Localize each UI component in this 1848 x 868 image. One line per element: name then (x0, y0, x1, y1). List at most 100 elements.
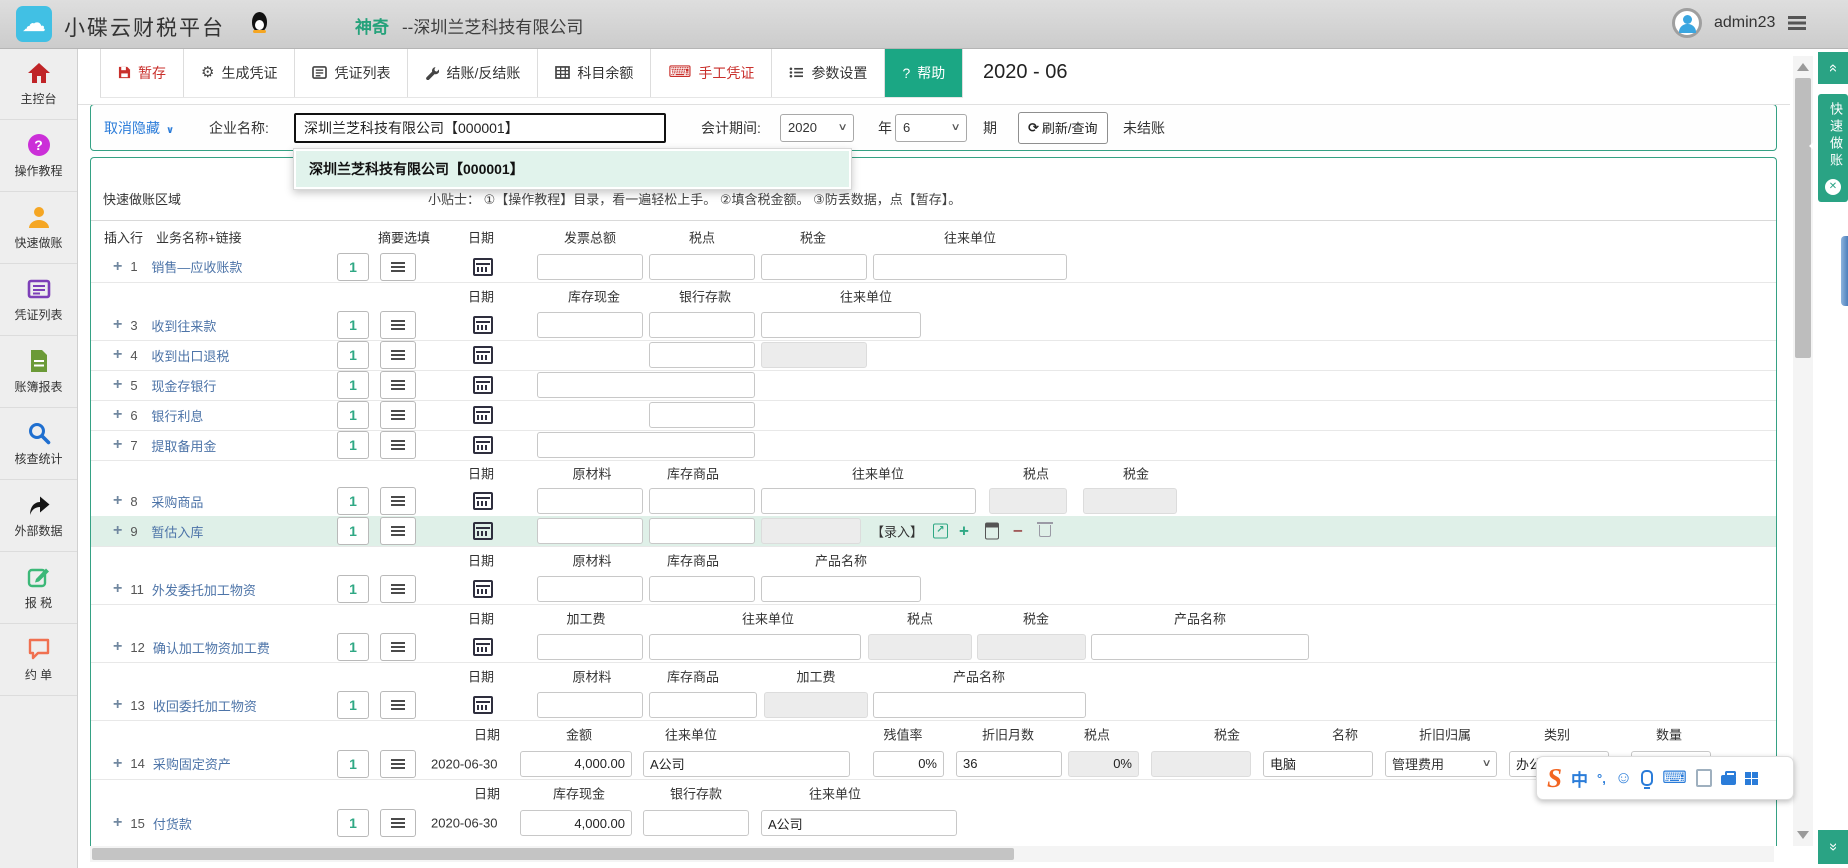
microphone-icon[interactable] (1641, 770, 1653, 786)
count-button[interactable]: 1 (337, 575, 369, 603)
depreciation-months-input[interactable] (956, 751, 1062, 777)
sidebar-item-appointment[interactable]: 约 单 (0, 624, 77, 696)
calendar-icon[interactable] (473, 406, 493, 424)
close-tab-icon[interactable]: ✕ (1825, 179, 1841, 195)
count-button[interactable]: 1 (337, 487, 369, 515)
cancel-hide-link[interactable]: 取消隐藏∨ (104, 118, 174, 138)
stock-goods-input[interactable] (649, 518, 755, 544)
business-link[interactable]: 销售—应收账款 (151, 257, 242, 276)
count-button[interactable]: 1 (337, 253, 369, 281)
horizontal-scrollbar[interactable] (90, 846, 1774, 862)
business-link[interactable]: 采购商品 (151, 492, 203, 511)
sidebar-item-quick-accounting[interactable]: 快速做账 (0, 192, 77, 264)
vertical-scroll-thumb[interactable] (1795, 78, 1811, 358)
quick-accounting-rail-tab[interactable]: 快速做账 ✕ (1818, 94, 1848, 202)
insert-row-icon[interactable]: + (113, 407, 122, 423)
manual-voucher-button[interactable]: ⌨ 手工凭证 (651, 48, 772, 97)
partner-input[interactable] (761, 810, 957, 836)
amount-input[interactable] (537, 372, 755, 398)
count-button[interactable]: 1 (337, 633, 369, 661)
parameter-settings-button[interactable]: 参数设置 (772, 48, 885, 97)
cash-input[interactable] (520, 810, 632, 836)
sidebar-item-tax-filing[interactable]: 报 税 (0, 552, 77, 624)
date-value[interactable]: 2020-06-30 (431, 756, 498, 771)
external-link-icon[interactable]: ↗ (933, 524, 948, 539)
business-link[interactable]: 采购固定资产 (153, 754, 231, 773)
count-button[interactable]: 1 (337, 809, 369, 837)
count-button[interactable]: 1 (337, 431, 369, 459)
partner-input[interactable] (761, 312, 921, 338)
residual-rate-input[interactable] (873, 751, 944, 777)
calendar-icon[interactable] (473, 316, 493, 334)
summary-list-button[interactable] (380, 691, 416, 719)
summary-list-button[interactable] (380, 517, 416, 545)
remove-icon[interactable]: − (1013, 523, 1023, 540)
stock-goods-input[interactable] (649, 488, 755, 514)
business-link[interactable]: 提取备用金 (151, 436, 216, 455)
stock-goods-input[interactable] (649, 576, 755, 602)
tax-amount-input[interactable] (761, 254, 867, 280)
depreciation-owner-select[interactable]: 管理费用∨ (1385, 751, 1497, 777)
amount-input[interactable] (537, 432, 755, 458)
vertical-scrollbar[interactable] (1793, 56, 1813, 846)
horizontal-scroll-thumb[interactable] (92, 848, 1014, 860)
expand-rail-button[interactable]: « (1818, 830, 1848, 864)
business-link[interactable]: 收到出口退税 (151, 346, 229, 365)
count-button[interactable]: 1 (337, 341, 369, 369)
keyboard-icon[interactable]: ⌨ (1662, 768, 1687, 788)
add-icon[interactable]: + (959, 523, 969, 540)
count-button[interactable]: 1 (337, 750, 369, 778)
partner-input[interactable] (643, 751, 850, 777)
insert-row-icon[interactable]: + (113, 377, 122, 393)
user-avatar-icon[interactable] (1672, 8, 1702, 38)
collapse-rail-button[interactable]: « (1818, 52, 1848, 84)
calculator-icon[interactable] (985, 523, 999, 540)
tax-rate-input[interactable] (649, 254, 755, 280)
calendar-icon[interactable] (473, 492, 493, 510)
processing-fee-input[interactable] (537, 634, 643, 660)
scroll-down-arrow[interactable] (1797, 831, 1809, 839)
business-link[interactable]: 暂估入库 (151, 522, 203, 541)
calendar-icon[interactable] (473, 638, 493, 656)
calendar-icon[interactable] (473, 258, 493, 276)
app-logo-cloud-icon[interactable]: ☁ (16, 6, 52, 42)
amount-input[interactable] (520, 751, 632, 777)
insert-row-icon[interactable]: + (113, 493, 122, 509)
apps-grid-icon[interactable] (1745, 772, 1758, 785)
count-button[interactable]: 1 (337, 517, 369, 545)
bank-deposit-input[interactable] (649, 402, 755, 428)
chinese-mode-icon[interactable]: 中 (1571, 766, 1588, 791)
insert-row-icon[interactable]: + (113, 347, 122, 363)
summary-list-button[interactable] (380, 341, 416, 369)
product-name-input[interactable] (761, 576, 921, 602)
sidebar-item-tutorial[interactable]: ? 操作教程 (0, 120, 77, 192)
summary-list-button[interactable] (380, 401, 416, 429)
company-name-input[interactable] (294, 113, 666, 143)
summary-list-button[interactable] (380, 633, 416, 661)
business-link[interactable]: 外发委托加工物资 (152, 580, 256, 599)
scroll-up-arrow[interactable] (1797, 63, 1809, 71)
punctuation-icon[interactable]: °, (1597, 771, 1606, 786)
calendar-icon[interactable] (473, 436, 493, 454)
trash-icon[interactable] (1039, 525, 1051, 537)
count-button[interactable]: 1 (337, 401, 369, 429)
product-name-input[interactable] (873, 692, 1086, 718)
summary-list-button[interactable] (380, 487, 416, 515)
business-link[interactable]: 付货款 (153, 814, 192, 833)
cash-input[interactable] (537, 312, 643, 338)
invoice-total-input[interactable] (537, 254, 643, 280)
insert-row-icon[interactable]: + (113, 259, 122, 275)
summary-list-button[interactable] (380, 311, 416, 339)
account-balance-button[interactable]: 科目余额 (538, 48, 651, 97)
calendar-icon[interactable] (473, 346, 493, 364)
stock-goods-input[interactable] (649, 692, 757, 718)
insert-row-icon[interactable]: + (113, 756, 122, 772)
raw-material-input[interactable] (537, 692, 643, 718)
bank-deposit-input[interactable] (643, 810, 749, 836)
count-button[interactable]: 1 (337, 691, 369, 719)
sidebar-item-audit-statistics[interactable]: 核查统计 (0, 408, 77, 480)
sidebar-item-dashboard[interactable]: 主控台 (0, 48, 77, 120)
summary-list-button[interactable] (380, 371, 416, 399)
calendar-icon[interactable] (473, 580, 493, 598)
refresh-query-button[interactable]: ⟳ 刷新/查询 (1018, 112, 1108, 144)
